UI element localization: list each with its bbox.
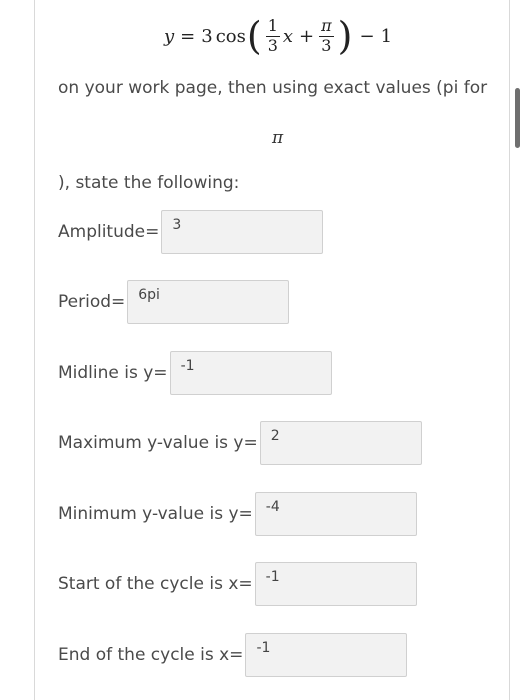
instruction-line-1: on your work page, then using exact valu… (58, 78, 488, 98)
period-label: Period= (58, 292, 126, 312)
minimum-input[interactable] (254, 492, 417, 536)
equation-coefficient: 3 (201, 25, 213, 47)
left-border (34, 0, 35, 700)
minimum-label: Minimum y-value is y= (58, 504, 253, 524)
amplitude-label: Amplitude= (58, 222, 160, 242)
pi-symbol: π (272, 128, 284, 148)
period-input[interactable] (127, 280, 290, 324)
fraction-one-third: 1 3 (265, 15, 280, 55)
midline-row: Midline is y= (58, 351, 332, 395)
open-paren: ( (246, 14, 262, 58)
cycle-end-row: End of the cycle is x= (58, 633, 408, 677)
cycle-end-label: End of the cycle is x= (58, 645, 244, 665)
maximum-label: Maximum y-value is y= (58, 433, 258, 453)
scrollbar-thumb[interactable] (515, 88, 520, 148)
equation-variable: x (282, 25, 294, 47)
right-border (509, 0, 510, 700)
equation-lhs: y (164, 25, 175, 47)
cycle-start-row: Start of the cycle is x= (58, 562, 417, 606)
equation: y = 3 cos ( 1 3 x + π 3 ) − 1 (164, 12, 392, 60)
instruction-line-2: ), state the following: (58, 173, 240, 193)
fraction-pi-third: π 3 (319, 15, 334, 55)
fraction-denominator: 3 (321, 35, 332, 55)
fraction-numerator: 1 (265, 15, 280, 37)
fraction-numerator: π (319, 15, 334, 37)
cycle-start-input[interactable] (254, 562, 417, 606)
amplitude-row: Amplitude= (58, 210, 324, 254)
period-row: Period= (58, 280, 290, 324)
amplitude-input[interactable] (161, 210, 324, 254)
cycle-start-label: Start of the cycle is x= (58, 574, 253, 594)
cycle-end-input[interactable] (245, 633, 408, 677)
minimum-row: Minimum y-value is y= (58, 492, 417, 536)
maximum-input[interactable] (259, 421, 422, 465)
maximum-row: Maximum y-value is y= (58, 421, 422, 465)
equation-equals: = (180, 25, 196, 47)
equation-minus: − (359, 25, 375, 47)
equation-constant: 1 (380, 25, 393, 47)
close-paren: ) (337, 14, 353, 58)
fraction-denominator: 3 (267, 35, 278, 55)
equation-function: cos (215, 25, 246, 47)
equation-plus: + (299, 25, 315, 47)
midline-input[interactable] (169, 351, 332, 395)
midline-label: Midline is y= (58, 363, 168, 383)
